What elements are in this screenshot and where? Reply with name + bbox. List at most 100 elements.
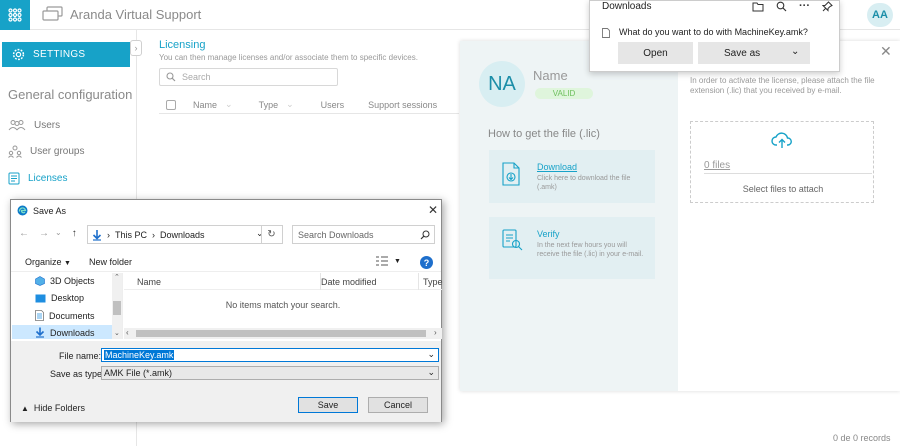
user-avatar[interactable]: AA [867,3,893,27]
breadcrumb-downloads[interactable]: Downloads [160,230,205,240]
chevron-right-icon: › [152,229,156,240]
settings-button[interactable]: SETTINGS [2,42,130,67]
app-launcher-button[interactable] [0,0,30,30]
new-folder-button[interactable]: New folder [89,257,132,267]
download-card[interactable]: Download Click here to download the file… [489,150,655,203]
select-all-checkbox[interactable] [166,99,176,110]
scroll-left-icon[interactable]: ‹ [126,328,129,337]
downloads-toolbar: ··· [752,0,833,12]
sidebar-item-label: User groups [30,146,85,157]
sidebar-item-label: Licenses [28,173,68,184]
attach-instructions: In order to activate the license, please… [690,76,875,95]
dialog-titlebar[interactable]: Save As ✕ [11,200,441,222]
select-files-label[interactable]: Select files to attach [691,184,875,194]
pin-icon[interactable] [822,0,833,12]
monitors-logo-icon [42,6,63,21]
column-type[interactable]: Type [423,277,443,287]
downloads-popup: Downloads ··· What do you want to do wit… [589,0,840,72]
save-as-button-label: Save as [724,47,761,59]
file-list-scrollbar[interactable]: ‹ › [124,328,442,339]
brand-name: Aranda Virtual Support [70,6,202,22]
search-placeholder: Search Downloads [298,229,374,240]
scroll-up-icon[interactable]: ⌃ [114,273,120,281]
help-icon[interactable]: ? [420,256,433,269]
open-button[interactable]: Open [618,42,693,64]
dialog-footer: ▲ Hide Folders Save Cancel [11,385,441,422]
licenses-icon [8,172,20,185]
up-arrow-icon[interactable]: ↑ [72,228,77,239]
breadcrumb-this-pc[interactable]: This PC [115,230,147,240]
save-button[interactable]: Save [298,397,358,413]
caret-down-icon: ▼ [64,260,71,267]
file-icon [602,28,610,38]
tree-item-documents[interactable]: Documents [35,310,95,321]
license-avatar: NA [479,61,525,107]
save-as-button[interactable]: Save as ⌄ [698,42,810,64]
column-date-modified[interactable]: Date modified [321,277,377,287]
filename-label: File name: [59,351,102,361]
verify-description: In the next few hours you will receive t… [537,242,644,258]
search-icon [420,230,430,240]
organize-label: Organize [25,257,62,267]
download-question: What do you want to do with MachineKey.a… [619,27,808,37]
column-divider [418,273,419,290]
tree-scrollbar[interactable]: ⌃ ⌄ [112,273,122,339]
license-name: Name [533,68,568,83]
more-options-icon[interactable]: ··· [799,0,810,12]
savetype-select[interactable]: AMK File (*.amk) ⌄ [101,366,439,380]
dialog-toolbar: Organize ▼ New folder ▼ ? [11,251,441,272]
tree-item-desktop[interactable]: Desktop [35,293,84,303]
search-downloads-input[interactable]: Search Downloads [292,225,435,244]
sidebar-collapse-button[interactable]: › [130,40,142,56]
verify-title: Verify [537,229,560,239]
download-link[interactable]: Download [537,162,577,172]
folder-icon[interactable] [752,1,764,12]
hide-folders-button[interactable]: ▲ Hide Folders [21,403,85,413]
column-support-sessions[interactable]: Support sessions [368,100,437,110]
hide-folders-label: Hide Folders [33,403,85,413]
cancel-button[interactable]: Cancel [368,397,428,413]
chevron-down-icon: ⌄ [427,367,435,377]
chevron-down-icon: ⌄ [286,99,294,109]
settings-label: SETTINGS [33,49,86,60]
sidebar-item-users[interactable]: Users [8,119,60,131]
close-icon[interactable]: ✕ [428,203,438,217]
forward-arrow-icon[interactable]: → [39,228,49,239]
verify-card[interactable]: Verify In the next few hours you will re… [489,217,655,279]
view-options[interactable]: ▼ [376,256,401,266]
scrollbar-thumb[interactable] [136,330,426,337]
back-arrow-icon[interactable]: ← [19,228,29,239]
chevron-up-icon: ▲ [21,403,29,413]
organize-button[interactable]: Organize ▼ [25,257,71,267]
column-type[interactable]: Type [259,100,279,110]
tree-item-label: Downloads [50,327,95,338]
caret-down-icon: ▼ [394,257,401,265]
scroll-right-icon[interactable]: › [434,328,437,337]
sidebar-item-licenses[interactable]: Licenses [8,172,67,185]
close-icon[interactable]: ✕ [880,43,892,60]
chevron-down-icon[interactable]: ⌄ [791,46,799,57]
search-input[interactable]: Search [159,68,338,86]
tree-item-3d-objects[interactable]: 3D Objects [35,276,95,286]
chevron-right-icon: › [107,229,110,240]
file-dropzone[interactable]: 0 files Select files to attach [690,121,874,203]
sidebar-item-user-groups[interactable]: User groups [8,145,84,158]
column-name[interactable]: Name [137,277,161,287]
tree-item-downloads[interactable]: Downloads [35,327,95,338]
chevron-down-icon: ⌄ [225,99,233,109]
files-count-link[interactable]: 0 files [704,160,872,174]
status-badge: VALID [535,88,593,99]
address-bar[interactable]: › This PC › Downloads ⌄ [87,225,283,244]
column-name[interactable]: Name [193,100,217,110]
chevron-down-icon[interactable]: ⌄ [427,349,435,360]
search-icon[interactable] [776,1,787,12]
filename-input[interactable]: MachineKey.amk ⌄ [101,348,439,362]
refresh-icon[interactable]: ↻ [261,226,281,243]
scrollbar-thumb[interactable] [113,301,121,315]
column-users[interactable]: Users [321,100,345,110]
nav-buttons: ← → ⌄ ↑ [19,228,77,239]
brand-logo: Aranda Virtual Support [42,6,201,22]
tree-item-label: Desktop [51,293,85,303]
scroll-down-icon[interactable]: ⌄ [114,329,120,337]
chevron-down-icon[interactable]: ⌄ [55,228,62,239]
